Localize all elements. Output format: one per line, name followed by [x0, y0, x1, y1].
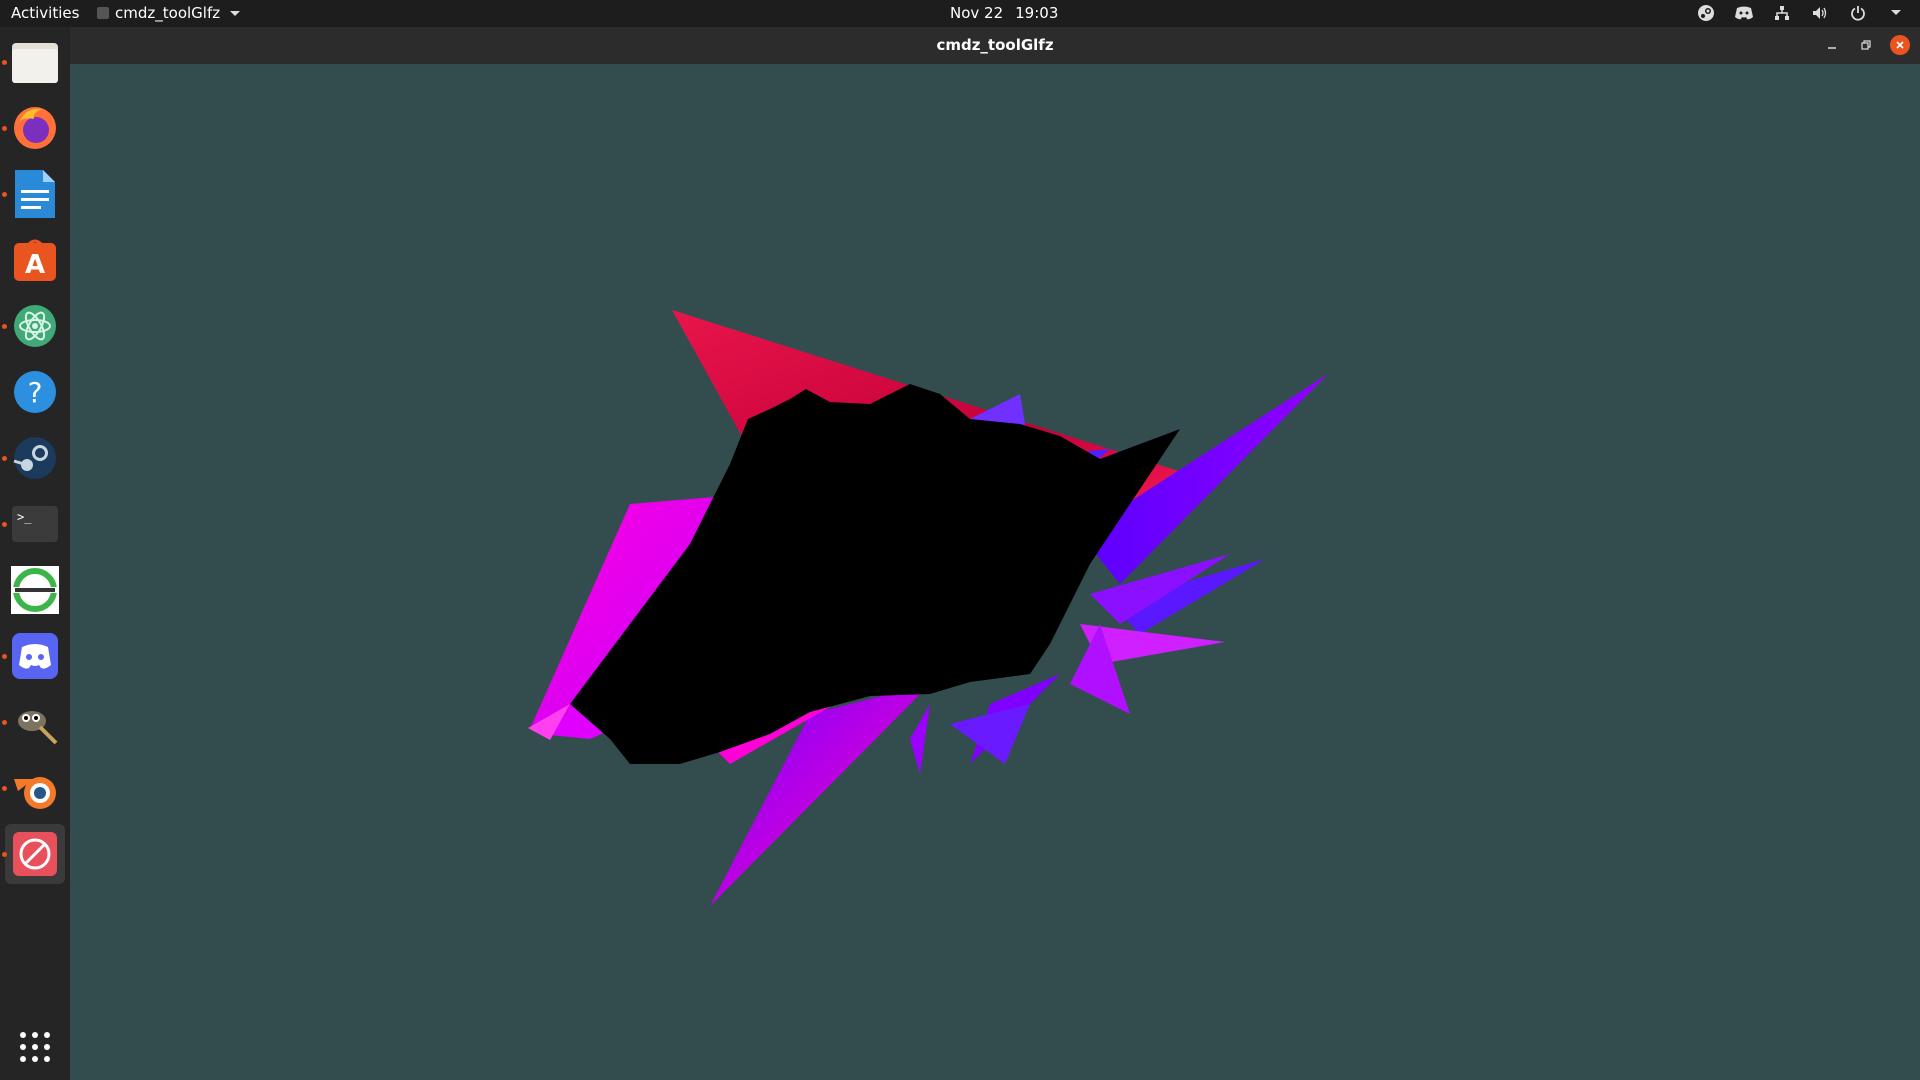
window-title: cmdz_toolGlfz [936, 36, 1054, 54]
atom-icon [14, 305, 56, 347]
blender-icon [14, 777, 56, 809]
dock-item-files[interactable] [2, 32, 65, 92]
app-menu-label: cmdz_toolGlfz [115, 4, 221, 22]
chevron-down-icon[interactable] [1886, 3, 1906, 23]
dock-item-help[interactable]: ? [5, 362, 65, 422]
minimize-icon [1828, 47, 1836, 49]
svg-text:>_: >_ [17, 510, 32, 524]
running-indicator [2, 522, 7, 527]
document-icon [15, 170, 55, 218]
clock[interactable]: Nov 22 19:03 [950, 4, 1058, 22]
running-indicator [2, 456, 7, 461]
volume-icon[interactable] [1810, 3, 1830, 23]
folder-icon [12, 43, 58, 83]
gimp-icon [18, 711, 58, 745]
power-icon[interactable] [1848, 3, 1868, 23]
render-canvas[interactable] [70, 64, 1920, 1080]
ring-icon [11, 566, 59, 614]
dock-item-cmdz-tool[interactable] [2, 824, 65, 884]
grid-icon [20, 1032, 50, 1062]
window-titlebar[interactable]: cmdz_toolGlfz [70, 27, 1920, 64]
running-indicator [2, 720, 7, 725]
terminal-icon: >_ [12, 506, 58, 542]
top-bar: Activities cmdz_toolGlfz Nov 22 19:03 [0, 0, 1920, 27]
dock-item-terminal[interactable]: >_ [2, 494, 65, 554]
dock-item-blender[interactable] [2, 758, 65, 818]
running-indicator [2, 324, 7, 329]
close-button[interactable] [1890, 35, 1910, 55]
steam-tray-icon[interactable] [1696, 3, 1716, 23]
clock-time: 19:03 [1015, 4, 1059, 22]
dock: A ? >_ [0, 27, 70, 1080]
store-icon: A [14, 239, 56, 281]
steam-icon [13, 437, 56, 479]
chevron-down-icon [230, 10, 241, 16]
discord-tray-icon[interactable] [1734, 3, 1754, 23]
running-indicator [2, 192, 7, 197]
dock-item-steam[interactable] [2, 428, 65, 488]
firefox-icon [14, 107, 56, 149]
dock-item-discord[interactable] [2, 626, 65, 686]
app-window: cmdz_toolGlfz [70, 27, 1920, 1080]
app-menu-icon [97, 7, 109, 19]
spiky-mesh [528, 310, 1328, 906]
network-icon[interactable] [1772, 3, 1792, 23]
running-indicator [2, 60, 7, 65]
restore-button[interactable] [1856, 35, 1876, 55]
no-entry-icon [13, 832, 57, 876]
minimize-button[interactable] [1822, 35, 1842, 55]
activities-button[interactable]: Activities [11, 4, 79, 22]
system-tray [1696, 3, 1906, 23]
show-apps-button[interactable] [5, 1017, 65, 1077]
running-indicator [2, 126, 7, 131]
dock-item-ubuntu-software[interactable]: A [5, 230, 65, 290]
running-indicator [2, 786, 7, 791]
dock-item-gimp[interactable] [2, 692, 65, 752]
clock-date: Nov 22 [950, 4, 1004, 22]
dock-item-circle-app[interactable] [5, 560, 65, 620]
dock-item-firefox[interactable] [2, 98, 65, 158]
svg-text:A: A [25, 250, 45, 280]
dock-item-atom[interactable] [2, 296, 65, 356]
running-indicator [2, 654, 7, 659]
help-icon: ? [14, 371, 56, 413]
restore-icon [1861, 40, 1871, 50]
close-icon [1896, 41, 1904, 49]
running-indicator [2, 852, 7, 857]
dock-item-libreoffice-writer[interactable] [2, 164, 65, 224]
discord-icon [12, 633, 58, 679]
svg-text:?: ? [28, 376, 43, 409]
app-menu[interactable]: cmdz_toolGlfz [97, 4, 241, 22]
